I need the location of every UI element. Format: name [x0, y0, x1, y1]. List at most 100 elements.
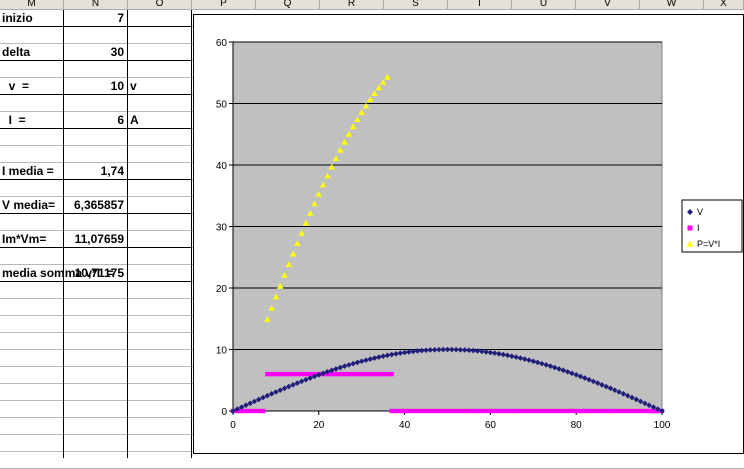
data-point-i: [496, 408, 502, 414]
data-point-i: [462, 408, 467, 414]
data-point-i: [363, 371, 369, 377]
data-point-i: [243, 408, 249, 414]
cell-o[interactable]: [130, 265, 190, 281]
data-point-i: [518, 408, 523, 414]
cell-n[interactable]: 30: [64, 44, 126, 60]
data-point-i: [595, 408, 600, 414]
column-header-x[interactable]: X: [704, 0, 744, 9]
data-point-i: [471, 408, 476, 414]
legend-label: V: [697, 207, 703, 217]
data-point-i: [432, 408, 437, 414]
data-point-i: [436, 408, 442, 414]
data-point-i: [543, 408, 549, 414]
column-header-v[interactable]: V: [576, 0, 640, 9]
data-point-i: [299, 371, 304, 377]
cell-o[interactable]: [130, 44, 190, 60]
legend-label: I: [697, 223, 700, 233]
cell-m[interactable]: delta: [2, 44, 62, 60]
column-header-t[interactable]: T: [448, 0, 512, 9]
data-point-i: [290, 371, 296, 377]
cell-o[interactable]: A: [130, 112, 190, 128]
column-border: [191, 10, 192, 458]
column-header-q[interactable]: Q: [256, 0, 320, 9]
data-point-i: [256, 408, 261, 414]
cell-n[interactable]: 6,365857: [64, 197, 126, 213]
cell-o[interactable]: [130, 10, 190, 26]
column-header-p[interactable]: P: [192, 0, 256, 9]
data-point-i: [591, 408, 596, 414]
column-border: [127, 10, 128, 458]
x-tick-label: 100: [654, 420, 671, 431]
cell-m[interactable]: v =: [2, 78, 62, 94]
cell-o[interactable]: [130, 231, 190, 247]
row-border: [0, 94, 192, 95]
cell-n[interactable]: 10: [64, 78, 126, 94]
column-header-u[interactable]: U: [512, 0, 576, 9]
data-point-i: [265, 371, 270, 377]
data-point-i: [355, 371, 360, 377]
data-point-i: [346, 371, 352, 377]
y-tick-label: 0: [221, 407, 227, 418]
cell-m[interactable]: Im*Vm=: [2, 231, 62, 247]
column-header-m[interactable]: M: [0, 0, 64, 9]
data-point-i: [539, 408, 545, 414]
data-point-i: [599, 408, 605, 414]
data-point-i: [561, 408, 566, 414]
data-point-i: [410, 408, 416, 414]
cell-o[interactable]: [130, 163, 190, 179]
data-point-i: [638, 408, 643, 414]
data-point-i: [531, 408, 536, 414]
cell-n[interactable]: 11,07659: [64, 231, 126, 247]
column-header-o[interactable]: O: [128, 0, 192, 9]
row-border: [0, 247, 192, 248]
cell-o[interactable]: [130, 197, 190, 213]
data-point-i: [428, 408, 433, 414]
data-point-i: [398, 408, 403, 414]
data-point-i: [389, 408, 394, 414]
column-header-w[interactable]: W: [640, 0, 704, 9]
cell-m[interactable]: I media =: [2, 163, 62, 179]
column-border: [63, 10, 64, 458]
data-point-i: [295, 371, 300, 377]
data-point-i: [621, 408, 626, 414]
cell-n[interactable]: 10,71175: [64, 265, 126, 281]
y-tick-label: 20: [216, 284, 228, 295]
data-point-i: [453, 408, 459, 414]
cell-n[interactable]: 6: [64, 112, 126, 128]
y-tick-label: 40: [216, 161, 228, 172]
cell-m[interactable]: inizio: [2, 10, 62, 26]
data-point-i: [505, 408, 510, 414]
data-point-i: [629, 408, 635, 414]
data-point-i: [372, 371, 377, 377]
data-point-i: [380, 371, 386, 377]
row-border: [0, 281, 192, 282]
data-point-i: [449, 408, 454, 414]
chart-object[interactable]: 0 10 20 30 40 50 60 0 20 40 60 80 100 V I P=V*I: [193, 14, 744, 454]
cell-n[interactable]: 1,74: [64, 163, 126, 179]
data-point-i: [415, 408, 420, 414]
column-header-r[interactable]: R: [320, 0, 384, 9]
data-point-i: [586, 408, 592, 414]
legend-marker-i: [687, 225, 693, 231]
data-point-i: [501, 408, 506, 414]
y-tick-label: 50: [216, 100, 228, 111]
data-point-i: [393, 408, 399, 414]
cell-m[interactable]: V media=: [2, 197, 62, 213]
scatter-chart: 0 10 20 30 40 50 60 0 20 40 60 80 100 VI P=V*I: [216, 38, 743, 431]
cell-m[interactable]: I =: [2, 112, 62, 128]
cell-o[interactable]: v: [130, 78, 190, 94]
x-tick-label: 80: [571, 420, 583, 431]
data-point-i: [423, 408, 429, 414]
cell-m[interactable]: media somma v*I =: [2, 265, 114, 281]
data-point-i: [260, 408, 266, 414]
data-point-i: [466, 408, 472, 414]
data-point-i: [646, 408, 652, 414]
data-point-i: [565, 408, 570, 414]
column-header-s[interactable]: S: [384, 0, 448, 9]
column-header-bar: MNOPQRSTUVWX: [0, 0, 744, 10]
data-point-i: [385, 371, 390, 377]
data-point-i: [445, 408, 450, 414]
column-header-n[interactable]: N: [64, 0, 128, 9]
cell-n[interactable]: 7: [64, 10, 126, 26]
data-point-i: [642, 408, 648, 414]
